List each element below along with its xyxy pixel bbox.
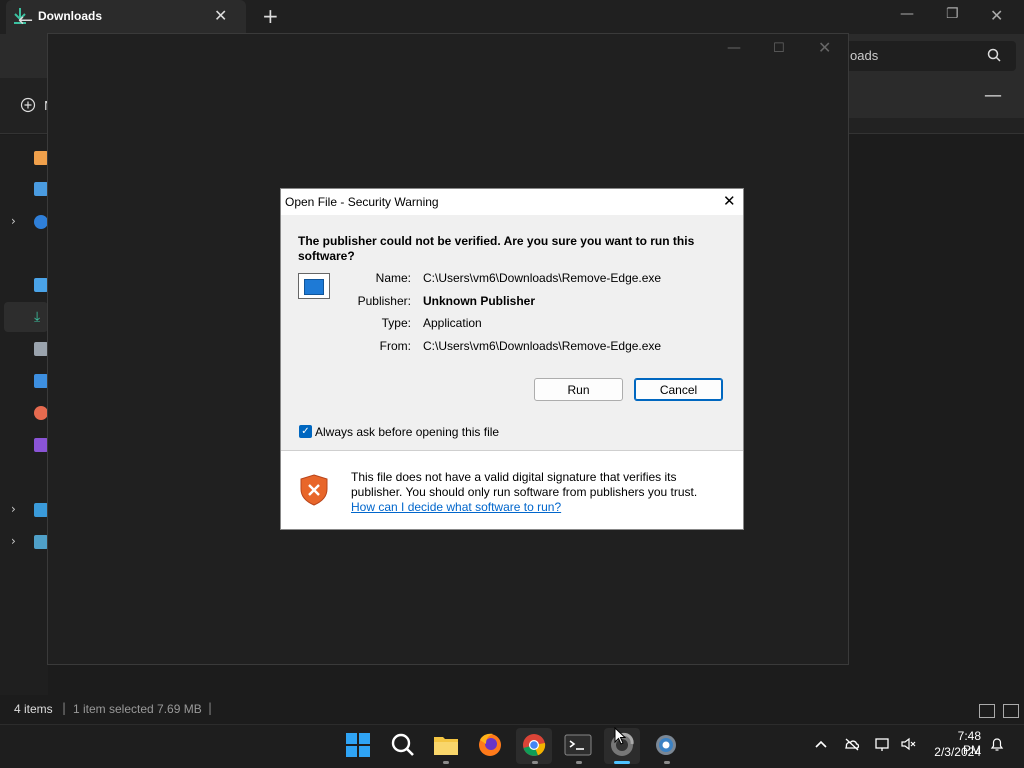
new-tab-icon[interactable]: + (262, 4, 279, 28)
terminal-icon[interactable] (562, 730, 594, 760)
close-icon[interactable]: ✕ (818, 38, 831, 57)
taskbar-indicator (532, 761, 538, 764)
status-separator: | (208, 701, 213, 715)
home-icon[interactable] (34, 151, 48, 165)
start-icon[interactable] (342, 730, 374, 760)
name-value: C:\Users\vm6\Downloads\Remove-Edge.exe (423, 271, 662, 285)
videos-icon[interactable] (34, 438, 48, 452)
taskbar-indicator (576, 761, 582, 764)
dialog-close-icon[interactable]: ✕ (723, 192, 736, 210)
chevron-up-icon[interactable] (812, 736, 830, 752)
warning-text: This file does not have a valid digital … (351, 470, 698, 499)
search-icon[interactable] (387, 730, 419, 760)
settings-icon[interactable] (650, 730, 682, 760)
name-label: Name: (375, 271, 411, 285)
run-button[interactable]: Run (534, 378, 623, 401)
desktop-icon[interactable] (34, 278, 48, 292)
help-link[interactable]: How can I decide what software to run? (351, 500, 561, 514)
type-label: Type: (381, 316, 411, 330)
close-icon[interactable]: ✕ (990, 6, 1003, 25)
chrome-icon[interactable] (518, 730, 550, 760)
documents-icon[interactable] (34, 342, 48, 356)
minimize-icon[interactable]: — (727, 40, 741, 56)
type-value: Application (423, 316, 482, 330)
selected-info: 1 item selected 7.69 MB (73, 702, 202, 716)
application-icon (298, 273, 330, 299)
security-warning-dialog: Open File - Security Warning ✕ The publi… (280, 188, 744, 530)
always-ask-checkbox[interactable]: ✓ (299, 425, 312, 438)
details-view-icon[interactable] (979, 704, 995, 718)
from-label: From: (379, 339, 411, 353)
notification-bell-icon[interactable] (988, 736, 1006, 752)
network-icon[interactable] (874, 736, 892, 752)
downloads-sidebar-icon[interactable]: ⤓ (34, 310, 48, 324)
onedrive-offline-icon[interactable] (843, 736, 861, 752)
cancel-button[interactable]: Cancel (634, 378, 723, 401)
network-icon[interactable] (34, 535, 48, 549)
pictures-icon[interactable] (34, 374, 48, 388)
status-separator: | (62, 701, 67, 715)
onedrive-icon[interactable] (34, 215, 48, 229)
from-value: C:\Users\vm6\Downloads\Remove-Edge.exe (423, 339, 662, 353)
taskbar-indicator (443, 761, 449, 764)
back-arrow-icon[interactable]: ← (18, 10, 33, 31)
mouse-cursor-icon (614, 727, 626, 745)
restore-icon[interactable]: ❐ (946, 6, 959, 22)
publisher-label: Publisher: (357, 294, 411, 308)
taskbar-indicator (664, 761, 670, 764)
maximize-icon[interactable]: ☐ (773, 41, 785, 56)
chevron-right-icon[interactable]: › (11, 534, 16, 548)
chevron-right-icon[interactable]: › (11, 502, 16, 516)
clock-date[interactable]: 2/3/2024 (929, 745, 981, 759)
firefox-icon[interactable] (474, 730, 506, 760)
volume-muted-icon[interactable] (900, 736, 918, 752)
file-explorer-icon[interactable] (430, 730, 462, 760)
search-placeholder: oads (850, 48, 879, 63)
shield-warning-icon (300, 474, 328, 506)
new-item-icon[interactable] (20, 97, 36, 113)
gallery-icon[interactable] (34, 182, 48, 196)
search-icon[interactable] (987, 48, 1001, 62)
dialog-title: Open File - Security Warning (285, 195, 439, 209)
collapse-icon[interactable]: — (984, 85, 1002, 106)
this-pc-icon[interactable] (34, 503, 48, 517)
minimize-icon[interactable]: — (900, 6, 914, 22)
publisher-value: Unknown Publisher (423, 294, 536, 308)
tab-title: Downloads (38, 9, 103, 23)
music-icon[interactable] (34, 406, 48, 420)
items-count: 4 items (14, 702, 53, 716)
taskbar (0, 724, 1024, 768)
taskbar-indicator-active (614, 761, 630, 764)
always-ask-label[interactable]: Always ask before opening this file (315, 425, 499, 439)
tab-close-icon[interactable]: ✕ (214, 6, 227, 25)
application-icon-window (304, 279, 324, 295)
tiles-view-icon[interactable] (1003, 704, 1019, 718)
chevron-right-icon[interactable]: › (11, 214, 16, 228)
publisher-question: The publisher could not be verified. Are… (298, 234, 695, 263)
